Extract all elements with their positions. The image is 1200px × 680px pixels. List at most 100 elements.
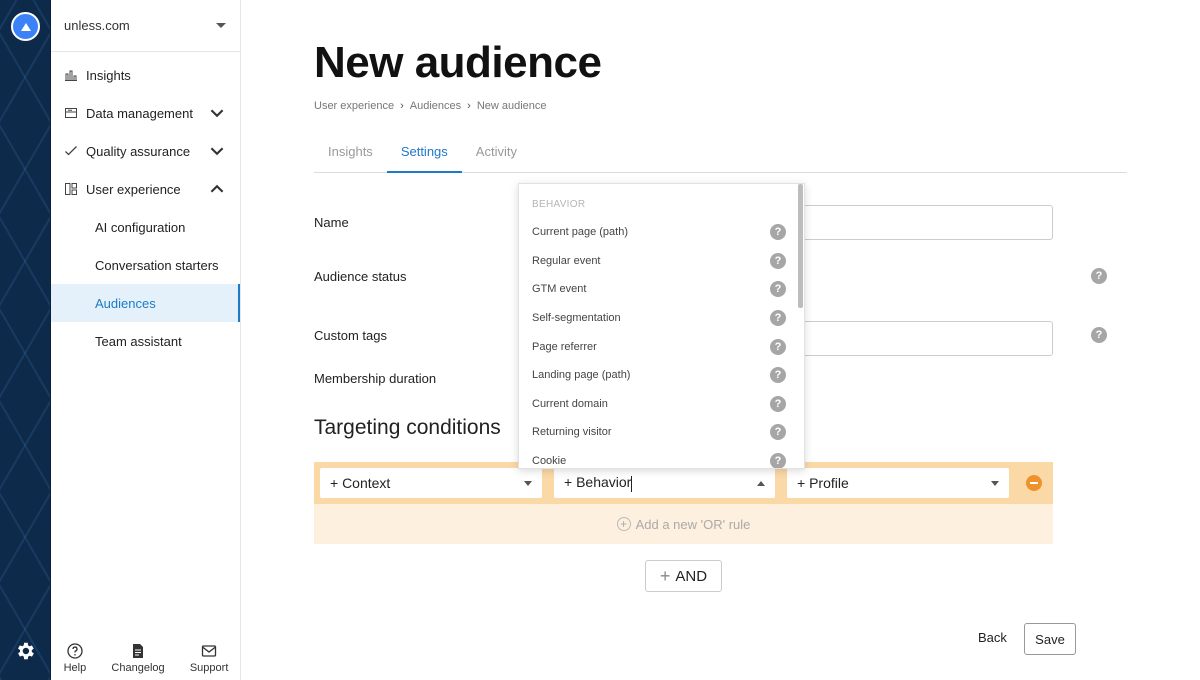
breadcrumb-separator: › — [467, 100, 471, 112]
sidebar-nav: Insights Data management Quality assuran… — [51, 56, 240, 360]
sidebar-item-label: Quality assurance — [86, 143, 191, 159]
name-input[interactable] — [781, 205, 1053, 240]
back-button[interactable]: Back — [978, 630, 1007, 645]
behavior-select-value: + Behavior — [564, 474, 632, 491]
context-select-value: + Context — [330, 475, 391, 491]
sidebar-footer: Help Changelog Support — [51, 643, 241, 674]
layout-icon — [65, 183, 77, 195]
help-icon[interactable]: ? — [770, 367, 786, 384]
dropdown-option[interactable]: Current page (path)? — [519, 218, 799, 247]
context-select[interactable]: + Context — [320, 468, 542, 498]
behavior-select[interactable]: + Behavior — [554, 468, 775, 498]
audience-status-help-icon[interactable]: ? — [1091, 268, 1107, 284]
sidebar-subitem-conversation-starters[interactable]: Conversation starters — [51, 246, 240, 284]
help-icon[interactable]: ? — [770, 453, 786, 468]
help-link[interactable]: Help — [64, 643, 86, 674]
sidebar-item-label: Insights — [86, 67, 131, 83]
option-label: Page referrer — [532, 340, 597, 353]
chevron-up-icon — [757, 480, 765, 486]
database-icon — [65, 108, 77, 118]
chevron-down-icon — [524, 480, 532, 486]
dropdown-option[interactable]: GTM event? — [519, 275, 799, 304]
dropdown-option[interactable]: Cookie? — [519, 447, 799, 468]
dropdown-option[interactable]: Regular event? — [519, 247, 799, 276]
option-label: GTM event — [532, 283, 587, 296]
sidebar-item-user-experience[interactable]: User experience — [51, 170, 240, 208]
mail-icon — [201, 645, 217, 657]
remove-rule-icon[interactable] — [1026, 475, 1042, 491]
sidebar-item-insights[interactable]: Insights — [51, 56, 240, 94]
sidebar-subitem-audiences[interactable]: Audiences — [51, 284, 240, 322]
plus-circle-icon: + — [616, 517, 631, 531]
sidebar: unless.com Insights Data management Qual… — [51, 0, 241, 680]
breadcrumb-separator: › — [400, 100, 404, 112]
app-rail — [0, 0, 51, 680]
chevron-down-icon — [210, 147, 224, 156]
dropdown-group-header: BEHAVIOR — [532, 199, 586, 210]
breadcrumb-item[interactable]: User experience — [314, 100, 394, 112]
text-cursor — [631, 475, 633, 492]
profile-select[interactable]: + Profile — [787, 468, 1009, 498]
settings-gear-icon[interactable] — [14, 640, 36, 662]
org-switcher[interactable]: unless.com — [51, 0, 240, 52]
dropdown-option[interactable]: Current domain? — [519, 390, 799, 419]
dropdown-option[interactable]: Page referrer? — [519, 332, 799, 361]
sidebar-subitem-team-assistant[interactable]: Team assistant — [51, 322, 240, 360]
sidebar-item-data-management[interactable]: Data management — [51, 94, 240, 132]
bar-chart-icon — [65, 70, 77, 81]
dropdown-option[interactable]: Self-segmentation? — [519, 304, 799, 333]
support-label: Support — [189, 662, 229, 674]
sidebar-item-quality-assurance[interactable]: Quality assurance — [51, 132, 240, 170]
targeting-rule: + Context + Behavior + Profile + Add a n… — [314, 462, 1053, 544]
option-label: Regular event — [532, 254, 601, 267]
save-button[interactable]: Save — [1024, 623, 1076, 655]
behavior-dropdown-menu: BEHAVIOR Current page (path)? Regular ev… — [518, 183, 805, 469]
help-icon[interactable]: ? — [770, 281, 786, 298]
breadcrumb: User experience › Audiences › New audien… — [314, 100, 547, 112]
help-icon[interactable]: ? — [770, 395, 786, 412]
option-label: Landing page (path) — [532, 369, 631, 382]
help-icon[interactable]: ? — [770, 252, 786, 269]
changelog-link[interactable]: Changelog — [111, 643, 165, 674]
tab-settings[interactable]: Settings — [386, 137, 462, 173]
sidebar-item-label: User experience — [86, 181, 181, 197]
custom-tags-help-icon[interactable]: ? — [1091, 327, 1107, 343]
breadcrumb-item: New audience — [476, 100, 547, 112]
audience-status-label: Audience status — [314, 269, 407, 284]
page-title: New audience — [314, 38, 602, 87]
chevron-down-icon — [210, 109, 224, 118]
profile-select-value: + Profile — [797, 475, 849, 491]
option-label: Current domain — [532, 397, 608, 410]
app-logo-icon[interactable] — [11, 12, 40, 41]
document-icon — [133, 644, 144, 658]
checkmark-icon — [65, 146, 77, 156]
option-label: Self-segmentation — [532, 312, 621, 325]
plus-icon: + — [659, 565, 671, 586]
changelog-label: Changelog — [111, 662, 165, 674]
dropdown-scrollbar[interactable] — [798, 184, 803, 308]
help-icon[interactable]: ? — [770, 338, 786, 355]
help-icon[interactable]: ? — [770, 310, 786, 327]
sidebar-subitem-ai-configuration[interactable]: AI configuration — [51, 208, 240, 246]
help-circle-icon — [67, 643, 83, 659]
custom-tags-label: Custom tags — [314, 328, 387, 343]
and-button[interactable]: + AND — [645, 560, 722, 592]
dropdown-option[interactable]: Landing page (path)? — [519, 361, 799, 390]
help-icon[interactable]: ? — [770, 224, 786, 241]
and-label: AND — [675, 567, 708, 585]
support-link[interactable]: Support — [189, 643, 229, 674]
tab-insights[interactable]: Insights — [314, 137, 387, 173]
help-icon[interactable]: ? — [770, 424, 786, 441]
chevron-down-icon — [991, 480, 999, 486]
option-label: Cookie — [532, 455, 567, 468]
add-or-rule-button[interactable]: + Add a new 'OR' rule — [314, 504, 1053, 544]
targeting-heading: Targeting conditions — [314, 416, 501, 439]
custom-tags-input[interactable] — [781, 321, 1053, 356]
add-or-rule-label: Add a new 'OR' rule — [635, 516, 751, 532]
dropdown-option[interactable]: Returning visitor? — [519, 418, 799, 447]
org-name: unless.com — [64, 18, 130, 33]
tab-activity[interactable]: Activity — [462, 137, 531, 173]
breadcrumb-item[interactable]: Audiences — [410, 100, 461, 112]
sidebar-item-label: Data management — [86, 105, 193, 121]
dropdown-options: Current page (path)? Regular event? GTM … — [519, 218, 799, 468]
